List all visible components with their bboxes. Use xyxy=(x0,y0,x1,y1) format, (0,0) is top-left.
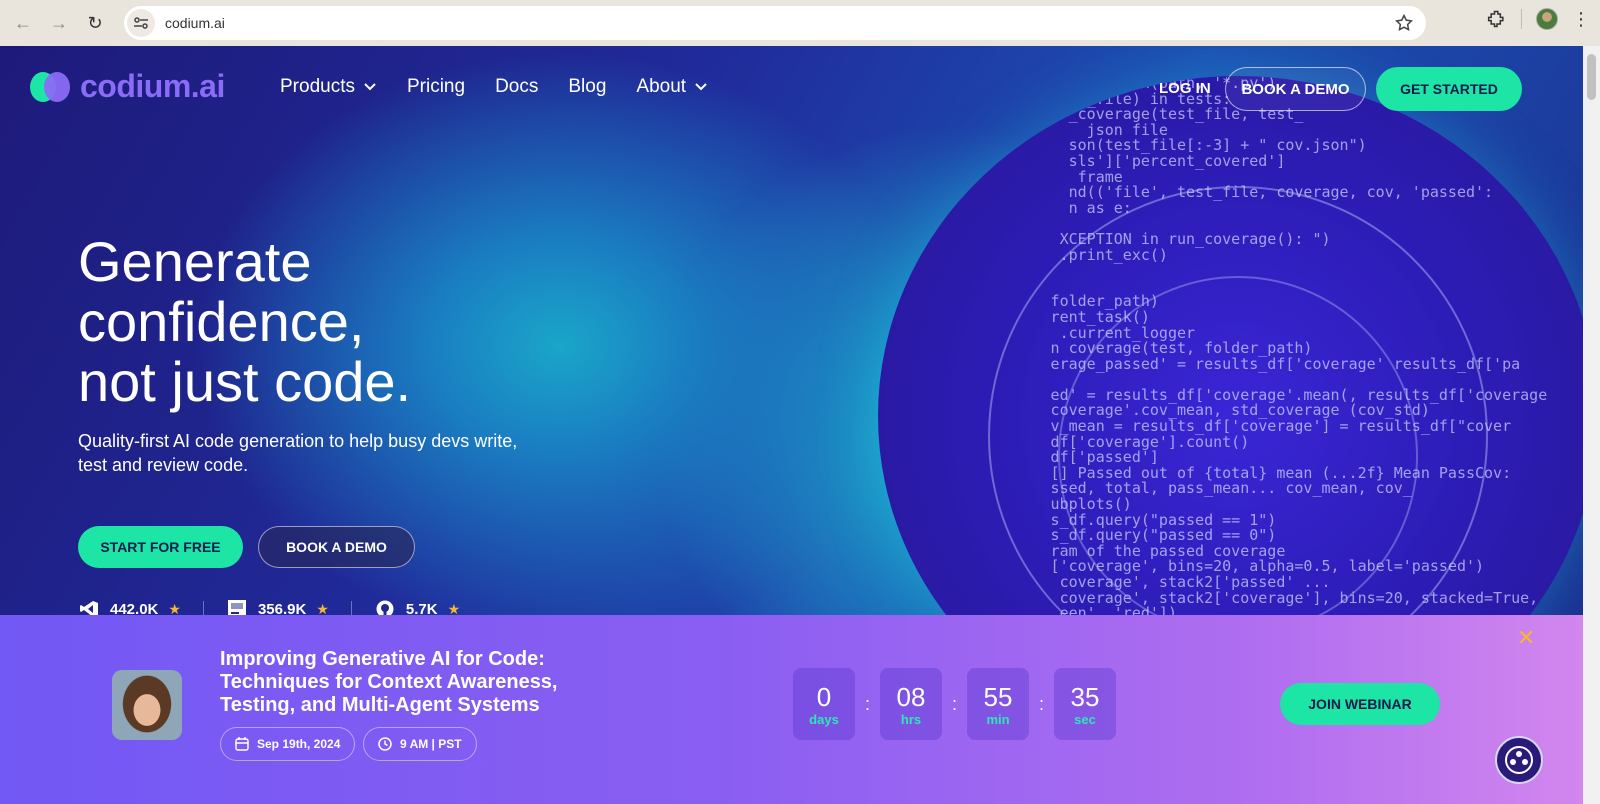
countdown-label: hrs xyxy=(900,711,922,727)
webinar-countdown: 0 days : 08 hrs : 55 min : 35 sec xyxy=(793,668,1116,740)
codium-logo-mark-icon xyxy=(30,71,70,102)
site-settings-icon[interactable] xyxy=(127,9,155,37)
hero-title: Generate confidence, not just code. xyxy=(78,232,411,412)
countdown-separator: : xyxy=(864,693,870,714)
webinar-time: 9 AM | PST xyxy=(400,737,462,751)
countdown-days: 0 days xyxy=(793,668,855,740)
nav-item-pricing[interactable]: Pricing xyxy=(407,76,465,98)
webinar-time-pill: 9 AM | PST xyxy=(363,727,477,761)
back-button[interactable]: ← xyxy=(8,8,38,38)
nav-label: Docs xyxy=(495,76,539,97)
url-text[interactable]: codium.ai xyxy=(165,15,225,31)
nav-label: Pricing xyxy=(406,76,466,97)
login-link[interactable]: LOG IN xyxy=(1159,80,1211,97)
countdown-value: 55 xyxy=(983,681,1013,712)
main-nav: Products Pricing Docs Blog About xyxy=(280,76,708,98)
chevron-down-icon xyxy=(695,83,707,91)
help-widget-button[interactable] xyxy=(1495,736,1543,784)
webinar-banner: ✕ Improving Generative AI for Code: Tech… xyxy=(0,615,1583,804)
join-webinar-button[interactable]: JOIN WEBINAR xyxy=(1280,683,1440,725)
nav-label: Blog xyxy=(568,76,607,97)
logo-wordmark: codium.ai xyxy=(80,68,225,104)
codium-logo[interactable]: codium.ai xyxy=(30,68,225,105)
countdown-label: days xyxy=(809,711,839,727)
toolbar-divider xyxy=(1521,9,1522,29)
address-bar[interactable]: codium.ai xyxy=(124,6,1426,40)
hero-title-line: not just code. xyxy=(78,350,412,413)
countdown-minutes: 55 min xyxy=(967,668,1029,740)
hero-subtitle: Quality-first AI code generation to help… xyxy=(78,431,518,475)
close-icon[interactable]: ✕ xyxy=(1517,625,1535,651)
code-texture: .join(path, '*.py') st_file) in tests: _… xyxy=(1050,76,1548,637)
nav-item-blog[interactable]: Blog xyxy=(568,76,606,98)
bookmark-star-icon[interactable] xyxy=(1394,13,1414,33)
countdown-value: 08 xyxy=(896,681,926,712)
extensions-icon[interactable] xyxy=(1487,9,1507,29)
start-for-free-button[interactable]: START FOR FREE xyxy=(78,526,243,568)
page-viewport: .join(path, '*.py') st_file) in tests: _… xyxy=(0,46,1583,804)
nav-label: About xyxy=(636,76,687,97)
hero-title-line: Generate xyxy=(78,230,312,293)
speaker-avatar xyxy=(112,670,182,740)
nav-item-products[interactable]: Products xyxy=(280,76,377,98)
webinar-title: Improving Generative AI for Code: Techni… xyxy=(220,648,558,716)
countdown-value: 0 xyxy=(816,681,832,712)
countdown-hours: 08 hrs xyxy=(880,668,942,740)
calendar-icon xyxy=(235,737,249,751)
reload-button[interactable]: ↻ xyxy=(80,8,110,38)
chevron-down-icon xyxy=(364,83,376,91)
get-started-button[interactable]: GET STARTED xyxy=(1376,67,1522,111)
countdown-label: min xyxy=(986,711,1010,727)
hero-title-line: confidence, xyxy=(78,290,365,353)
webinar-date-pill: Sep 19th, 2024 xyxy=(220,727,356,761)
countdown-separator: : xyxy=(951,693,957,714)
countdown-label: sec xyxy=(1074,711,1096,727)
browser-menu-icon[interactable]: ⋮ xyxy=(1572,10,1590,28)
book-demo-hero-button[interactable]: BOOK A DEMO xyxy=(258,526,415,568)
countdown-separator: : xyxy=(1038,693,1044,714)
nav-label: Products xyxy=(280,76,355,97)
help-widget-icon xyxy=(1505,746,1533,774)
webinar-date: Sep 19th, 2024 xyxy=(257,737,341,751)
book-demo-header-button[interactable]: BOOK A DEMO xyxy=(1225,67,1366,111)
countdown-seconds: 35 sec xyxy=(1054,668,1116,740)
clock-icon xyxy=(378,737,392,751)
countdown-value: 35 xyxy=(1070,681,1100,712)
scrollbar-thumb[interactable] xyxy=(1587,54,1596,100)
browser-toolbar: ← → ↻ codium.ai ⋮ xyxy=(0,0,1600,46)
page-scrollbar[interactable] xyxy=(1583,46,1600,804)
forward-button[interactable]: → xyxy=(44,8,74,38)
profile-avatar[interactable] xyxy=(1536,8,1558,30)
nav-item-about[interactable]: About xyxy=(636,76,708,98)
nav-item-docs[interactable]: Docs xyxy=(495,76,538,98)
